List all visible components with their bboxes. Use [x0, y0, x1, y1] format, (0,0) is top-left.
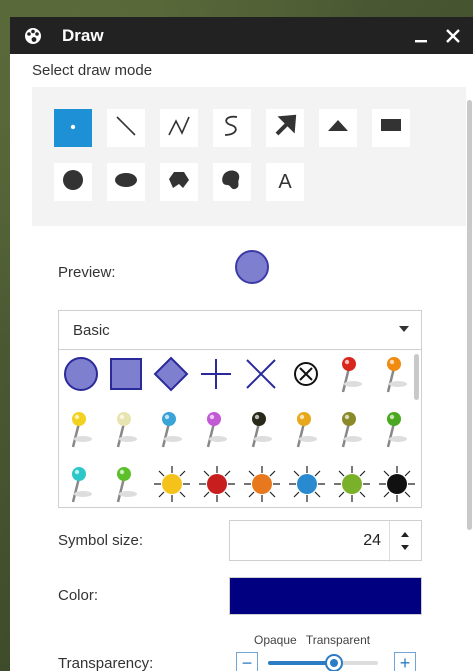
polyline-mode-button[interactable]: [160, 109, 198, 147]
x-symbol[interactable]: [242, 352, 280, 396]
text-mode-button[interactable]: A: [266, 163, 304, 201]
symbol-gallery: [58, 350, 422, 508]
transparency-slider-handle[interactable]: [325, 654, 343, 671]
pushpin-olive[interactable]: [332, 407, 370, 451]
diamond-symbol[interactable]: [152, 352, 190, 396]
pushpin-yellow[interactable]: [62, 407, 100, 451]
symbol-preview: [235, 250, 269, 284]
square-symbol[interactable]: [107, 352, 145, 396]
pushpin-cream[interactable]: [107, 407, 145, 451]
arrow-icon: [272, 113, 298, 144]
pushpin-blue[interactable]: [152, 407, 190, 451]
transparent-label: Transparent: [305, 633, 371, 647]
window-title: Draw: [62, 25, 104, 45]
freehand-polygon-icon: [219, 167, 245, 198]
increase-transparency-button[interactable]: +: [394, 652, 416, 671]
burst-blue[interactable]: [287, 462, 325, 506]
color-label: Color:: [58, 587, 99, 604]
pushpin-red[interactable]: [332, 352, 370, 396]
burst-orange[interactable]: [242, 462, 280, 506]
circle-x-symbol[interactable]: [287, 352, 325, 396]
draw-mode-toolbar: A: [32, 87, 466, 226]
panel-scrollbar-thumb[interactable]: [467, 100, 472, 530]
rectangle-mode-button[interactable]: [372, 109, 410, 147]
point-icon: [68, 119, 78, 137]
freehand-polygon-mode-button[interactable]: [213, 163, 251, 201]
pushpin-violet[interactable]: [197, 407, 235, 451]
point-mode-button[interactable]: [54, 109, 92, 147]
burst-green[interactable]: [332, 462, 370, 506]
color-picker[interactable]: [229, 577, 422, 615]
title-bar: Draw: [10, 17, 473, 54]
triangle-icon: [325, 113, 351, 144]
burst-black[interactable]: [377, 462, 415, 506]
pushpin-green[interactable]: [377, 407, 415, 451]
circle-mode-button[interactable]: [54, 163, 92, 201]
triangle-mode-button[interactable]: [319, 109, 357, 147]
circle-symbol[interactable]: [62, 352, 100, 396]
freehand-line-icon: [219, 113, 245, 144]
palette-icon: [22, 25, 44, 47]
minimize-icon[interactable]: [409, 24, 433, 48]
line-mode-button[interactable]: [107, 109, 145, 147]
symbol-size-value: 24: [363, 532, 381, 549]
ellipse-mode-button[interactable]: [107, 163, 145, 201]
pushpin-lime[interactable]: [107, 462, 145, 506]
freehand-line-mode-button[interactable]: [213, 109, 251, 147]
panel-scrollbar[interactable]: [465, 64, 473, 671]
cross-symbol[interactable]: [197, 352, 235, 396]
polygon-icon: [166, 167, 192, 198]
transparency-slider[interactable]: [268, 654, 378, 671]
arrow-mode-button[interactable]: [266, 109, 304, 147]
decrease-transparency-button[interactable]: −: [236, 652, 258, 671]
polygon-mode-button[interactable]: [160, 163, 198, 201]
burst-red[interactable]: [197, 462, 235, 506]
circle-icon: [60, 167, 86, 198]
draw-panel: Draw Select draw mode A Preview: Basic S…: [10, 17, 473, 671]
draw-mode-label: Select draw mode: [32, 62, 153, 79]
increment-icon[interactable]: [401, 532, 409, 537]
transparency-label: Transparency:: [58, 655, 154, 671]
symbol-size-stepper[interactable]: [389, 521, 421, 562]
panel-content: Select draw mode A Preview: Basic Symbol…: [10, 54, 473, 671]
symbol-set-value: Basic: [73, 321, 110, 339]
close-icon[interactable]: [441, 24, 465, 48]
symbol-size-label: Symbol size:: [58, 532, 144, 549]
pushpin-cyan[interactable]: [62, 462, 100, 506]
burst-yellow[interactable]: [152, 462, 190, 506]
symbol-set-select[interactable]: Basic: [58, 310, 422, 350]
line-icon: [113, 113, 139, 144]
pushpin-gold[interactable]: [287, 407, 325, 451]
pushpin-black[interactable]: [242, 407, 280, 451]
transparency-scale-labels: Opaque Transparent: [254, 633, 376, 647]
rectangle-icon: [378, 113, 404, 144]
opaque-label: Opaque: [254, 633, 297, 647]
decrement-icon[interactable]: [401, 545, 409, 550]
preview-label: Preview:: [58, 264, 116, 281]
text-icon: A: [278, 170, 292, 193]
chevron-down-icon: [399, 326, 409, 332]
polyline-icon: [166, 113, 192, 144]
symbol-size-input[interactable]: 24: [229, 520, 422, 562]
pushpin-orange[interactable]: [377, 352, 415, 396]
ellipse-icon: [113, 167, 139, 198]
